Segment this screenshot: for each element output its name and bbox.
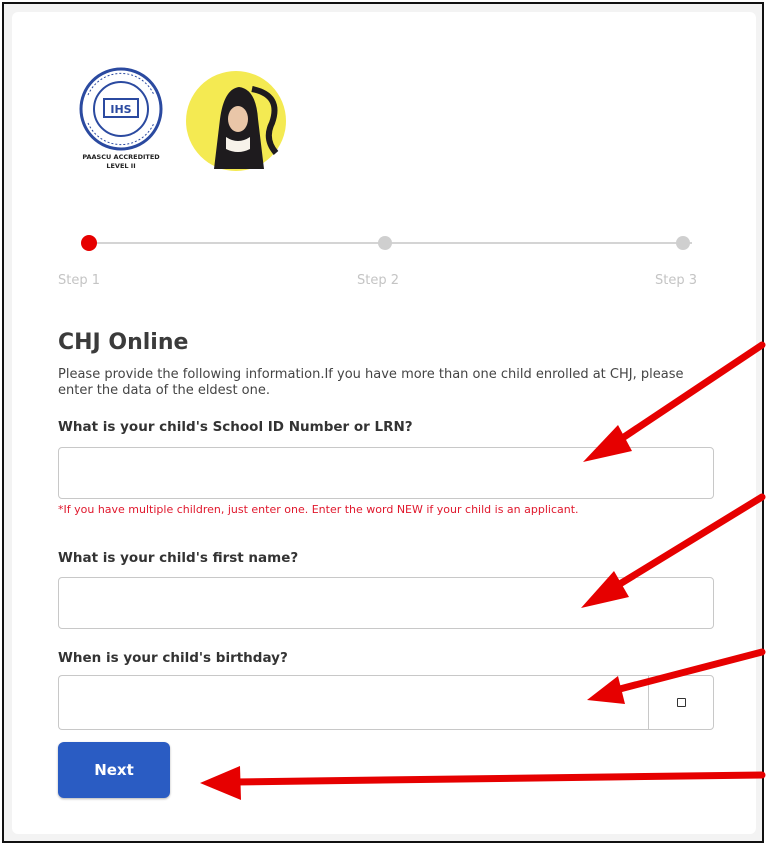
step-1-dot <box>81 235 97 251</box>
birthday-date-picker <box>58 675 714 730</box>
birthday-input[interactable] <box>58 675 648 730</box>
school-id-label: What is your child's School ID Number or… <box>58 419 413 435</box>
first-name-input[interactable] <box>58 577 714 629</box>
nun-portrait-icon <box>184 69 288 173</box>
seal-caption-line-1: PAASCU ACCREDITED <box>82 153 160 161</box>
form-intro-text: Please provide the following information… <box>58 367 684 398</box>
seal-caption-line-2: LEVEL II <box>106 162 136 170</box>
form-title: CHJ Online <box>58 330 189 355</box>
seal-center-text: IHS <box>110 103 131 116</box>
school-logos: IHS PAASCU ACCREDITED LEVEL II <box>66 65 306 180</box>
step-2-dot <box>378 236 392 250</box>
birthday-label: When is your child's birthday? <box>58 650 288 666</box>
school-id-input[interactable] <box>58 447 714 499</box>
calendar-button[interactable] <box>648 675 714 730</box>
first-name-label: What is your child's first name? <box>58 550 299 566</box>
next-button[interactable]: Next <box>58 742 170 798</box>
step-3-label: Step 3 <box>655 273 698 288</box>
step-2-label: Step 2 <box>357 273 400 288</box>
school-id-note: *If you have multiple children, just ent… <box>58 503 579 516</box>
progress-stepper <box>78 235 698 251</box>
step-3-dot <box>676 236 690 250</box>
school-seal-logo: IHS PAASCU ACCREDITED LEVEL II <box>66 65 176 180</box>
step-1-label: Step 1 <box>58 273 101 288</box>
calendar-icon <box>676 698 686 707</box>
